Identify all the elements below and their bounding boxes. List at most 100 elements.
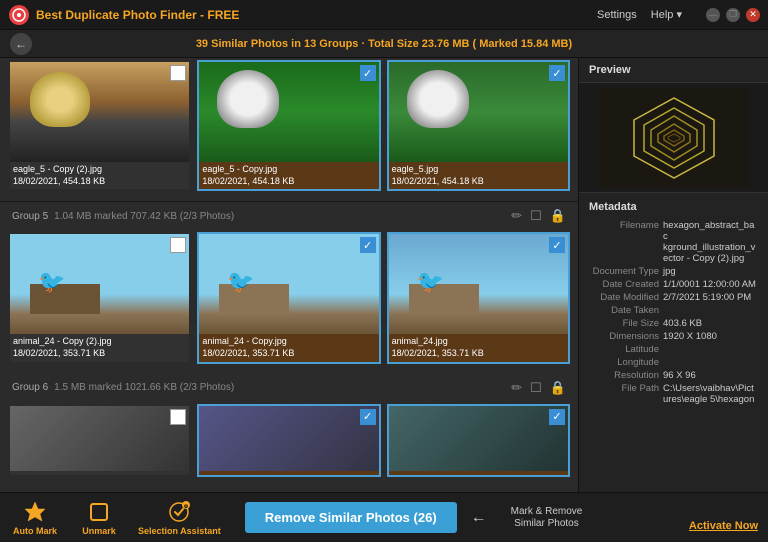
meta-key: File Path bbox=[589, 383, 659, 405]
photo-thumbnail bbox=[199, 406, 378, 471]
meta-taken-row: Date Taken bbox=[579, 304, 768, 317]
photo-checkbox[interactable] bbox=[170, 409, 186, 425]
mark-remove-hint: Mark & Remove Similar Photos bbox=[511, 506, 583, 530]
photo-checkbox[interactable]: ✓ bbox=[549, 237, 565, 253]
meta-key: Date Created bbox=[589, 279, 659, 290]
meta-key: Latitude bbox=[589, 344, 659, 355]
meta-key: Filename bbox=[589, 220, 659, 264]
meta-key: Dimensions bbox=[589, 331, 659, 342]
group-header-6: Group 6 1.5 MB marked 1021.66 KB (2/3 Ph… bbox=[8, 374, 570, 402]
app-tag-text: FREE bbox=[207, 8, 239, 22]
meta-modified-row: Date Modified 2/7/2021 5:19:00 PM bbox=[579, 291, 768, 304]
photo-panel[interactable]: eagle_5 - Copy (2).jpg18/02/2021, 454.18… bbox=[0, 58, 578, 492]
group-label: Group 6 bbox=[12, 382, 48, 393]
svg-text:⚙: ⚙ bbox=[184, 504, 189, 510]
title-bar-right: Settings Help ▾ — ❐ ✕ bbox=[597, 8, 760, 22]
photo-thumbnail bbox=[389, 62, 568, 162]
maximize-button[interactable]: ❐ bbox=[726, 8, 740, 22]
photo-checkbox[interactable]: ✓ bbox=[360, 65, 376, 81]
meta-filesize-row: File Size 403.6 KB bbox=[579, 317, 768, 330]
photo-row-group5: animal_24 - Copy (2).jpg18/02/2021, 353.… bbox=[8, 230, 570, 365]
title-bar: Best Duplicate Photo Finder - FREE Setti… bbox=[0, 0, 768, 30]
meta-lat-row: Latitude bbox=[579, 343, 768, 356]
meta-val-filename: hexagon_abstract_background_illustration… bbox=[663, 220, 758, 264]
right-panel: Preview Metadata Filename hexagon_abstra… bbox=[578, 58, 768, 492]
unmark-button[interactable]: Unmark bbox=[74, 500, 124, 536]
selection-assistant-button[interactable]: ⚙ Selection Assistant bbox=[138, 500, 221, 536]
window-controls: — ❐ ✕ bbox=[706, 8, 760, 22]
meta-dimensions-row: Dimensions 1920 X 1080 bbox=[579, 330, 768, 343]
photo-item[interactable]: eagle_5 - Copy (2).jpg18/02/2021, 454.18… bbox=[8, 60, 191, 191]
meta-val: 403.6 KB bbox=[663, 318, 702, 329]
group-header-right: ✏ ☐ 🔒 bbox=[511, 208, 566, 224]
group-header-right: ✏ ☐ 🔒 bbox=[511, 380, 566, 396]
auto-mark-label: Auto Mark bbox=[13, 526, 57, 536]
auto-mark-icon bbox=[23, 500, 47, 524]
photo-item[interactable]: ✓ bbox=[197, 404, 380, 477]
back-button[interactable]: ← bbox=[10, 33, 32, 55]
lock-icon[interactable]: 🔒 bbox=[550, 380, 566, 396]
arrow-hint-icon: ← bbox=[471, 509, 487, 527]
photo-label bbox=[199, 471, 378, 475]
hint-line1: Mark & Remove bbox=[511, 506, 583, 518]
photo-item[interactable]: ✓ bbox=[387, 404, 570, 477]
photo-thumbnail bbox=[199, 234, 378, 334]
auto-mark-svg bbox=[23, 500, 47, 524]
meta-lon-row: Longitude bbox=[579, 356, 768, 369]
edit-icon[interactable]: ✏ bbox=[511, 208, 522, 224]
photo-checkbox[interactable]: ✓ bbox=[360, 409, 376, 425]
sub-header: ← 39 Similar Photos in 13 Groups · Total… bbox=[0, 30, 768, 58]
unmark-icon bbox=[87, 500, 111, 524]
photo-checkbox[interactable]: ✓ bbox=[549, 409, 565, 425]
remove-similar-button[interactable]: Remove Similar Photos (26) bbox=[245, 502, 457, 533]
group-section-6: Group 6 1.5 MB marked 1021.66 KB (2/3 Ph… bbox=[0, 374, 578, 487]
photo-label: animal_24 - Copy (2).jpg18/02/2021, 353.… bbox=[10, 334, 189, 361]
photo-checkbox[interactable]: ✓ bbox=[360, 237, 376, 253]
photo-row-group6: ✓ ✓ bbox=[8, 402, 570, 479]
meta-key: File Size bbox=[589, 318, 659, 329]
photo-item[interactable] bbox=[8, 404, 191, 477]
meta-key: Longitude bbox=[589, 357, 659, 368]
photo-item[interactable]: animal_24.jpg18/02/2021, 353.71 KB ✓ bbox=[387, 232, 570, 363]
photo-thumbnail bbox=[10, 234, 189, 334]
meta-val: 1/1/0001 12:00:00 AM bbox=[663, 279, 756, 290]
meta-val: jpg bbox=[663, 266, 676, 277]
meta-val: 1920 X 1080 bbox=[663, 331, 717, 342]
preview-image-area bbox=[579, 83, 768, 193]
bottom-toolbar: Auto Mark Unmark ⚙ Selection Assistant R… bbox=[0, 492, 768, 542]
meta-key: Date Modified bbox=[589, 292, 659, 303]
photo-label bbox=[389, 471, 568, 475]
photo-item[interactable]: eagle_5 - Copy.jpg18/02/2021, 454.18 KB … bbox=[197, 60, 380, 191]
photo-item[interactable]: animal_24 - Copy.jpg18/02/2021, 353.71 K… bbox=[197, 232, 380, 363]
lock-icon[interactable]: 🔒 bbox=[550, 208, 566, 224]
selection-label: Selection Assistant bbox=[138, 526, 221, 536]
meta-doctype-row: Document Type jpg bbox=[579, 265, 768, 278]
group-header-left: Group 6 1.5 MB marked 1021.66 KB (2/3 Ph… bbox=[12, 382, 234, 393]
group-checkbox-icon[interactable]: ☐ bbox=[530, 380, 542, 396]
auto-mark-button[interactable]: Auto Mark bbox=[10, 500, 60, 536]
photo-checkbox[interactable] bbox=[170, 65, 186, 81]
selection-assistant-icon: ⚙ bbox=[167, 500, 191, 524]
help-nav[interactable]: Help ▾ bbox=[651, 8, 682, 21]
group-label: Group 5 bbox=[12, 211, 48, 222]
meta-key: Resolution bbox=[589, 370, 659, 381]
settings-nav[interactable]: Settings bbox=[597, 9, 637, 21]
group-checkbox-icon[interactable]: ☐ bbox=[530, 208, 542, 224]
photo-item[interactable]: eagle_5.jpg18/02/2021, 454.18 KB ✓ bbox=[387, 60, 570, 191]
selection-icon-svg: ⚙ bbox=[167, 500, 191, 524]
meta-key: Date Taken bbox=[589, 305, 659, 316]
photo-item[interactable]: animal_24 - Copy (2).jpg18/02/2021, 353.… bbox=[8, 232, 191, 363]
photo-checkbox[interactable] bbox=[170, 237, 186, 253]
hint-line2: Similar Photos bbox=[514, 518, 578, 530]
metadata-title: Metadata bbox=[579, 199, 768, 219]
photo-label: eagle_5 - Copy (2).jpg18/02/2021, 454.18… bbox=[10, 162, 189, 189]
edit-icon[interactable]: ✏ bbox=[511, 380, 522, 396]
sub-header-text: 39 Similar Photos in 13 Groups · Total S… bbox=[196, 38, 572, 50]
photo-thumbnail bbox=[389, 234, 568, 334]
minimize-button[interactable]: — bbox=[706, 8, 720, 22]
photo-checkbox[interactable]: ✓ bbox=[549, 65, 565, 81]
close-button[interactable]: ✕ bbox=[746, 8, 760, 22]
photo-thumbnail bbox=[10, 406, 189, 471]
activate-now-link[interactable]: Activate Now bbox=[689, 520, 758, 532]
main-layout: eagle_5 - Copy (2).jpg18/02/2021, 454.18… bbox=[0, 58, 768, 492]
